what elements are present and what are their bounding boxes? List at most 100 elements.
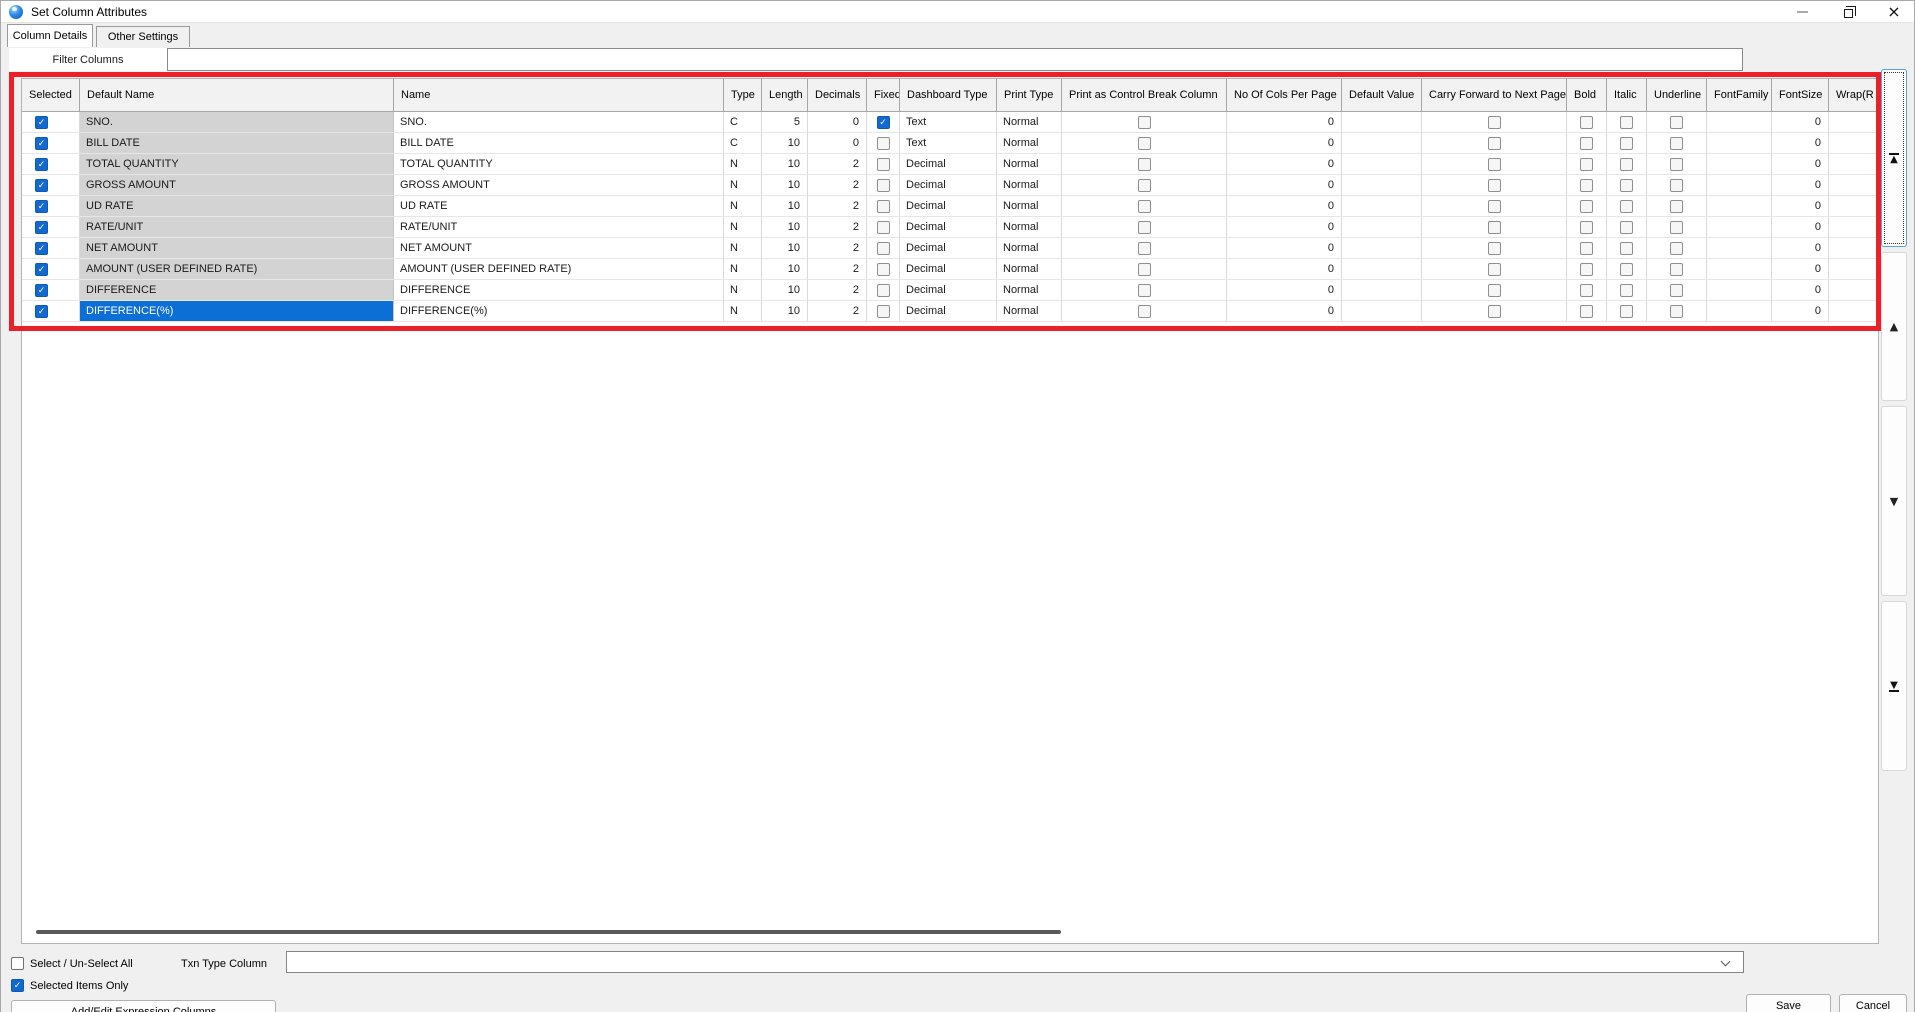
cell-no-of-cols[interactable]: 0 [1227, 175, 1342, 195]
column-header-italic[interactable]: Italic [1607, 79, 1647, 112]
cell-print-cb[interactable] [1062, 154, 1227, 174]
cell-underline[interactable] [1647, 175, 1707, 195]
close-button[interactable]: × [1877, 1, 1911, 23]
cell-carry-forward[interactable] [1422, 217, 1567, 237]
cell-default-value[interactable] [1342, 133, 1422, 153]
table-row[interactable]: ✓ GROSS AMOUNT GROSS AMOUNT N 10 2 Decimal Norm… [22, 175, 1878, 196]
cell-selected[interactable]: ✓ [22, 196, 80, 216]
cell-font-family[interactable] [1707, 175, 1772, 195]
cell-fixed[interactable] [867, 301, 900, 321]
cell-decimals[interactable]: 2 [808, 175, 867, 195]
selected-checkbox[interactable]: ✓ [35, 262, 48, 276]
cell-type[interactable]: C [724, 112, 762, 132]
cell-print-type[interactable]: Normal [997, 112, 1062, 132]
cell-default-value[interactable] [1342, 259, 1422, 279]
table-row[interactable]: ✓ NET AMOUNT NET AMOUNT N 10 2 Decimal Normal 0 0 [22, 238, 1878, 259]
cell-length[interactable]: 10 [762, 280, 808, 300]
print-cb-checkbox[interactable] [1137, 241, 1151, 255]
italic-checkbox[interactable] [1620, 136, 1633, 150]
cell-dashboard-type[interactable]: Text [900, 112, 997, 132]
cell-wrap[interactable] [1829, 196, 1878, 216]
cell-underline[interactable] [1647, 259, 1707, 279]
italic-checkbox[interactable] [1620, 283, 1633, 297]
carry-forward-checkbox[interactable] [1487, 283, 1501, 297]
print-cb-checkbox[interactable] [1137, 304, 1151, 318]
bold-checkbox[interactable] [1580, 136, 1593, 150]
cell-print-type[interactable]: Normal [997, 196, 1062, 216]
cell-wrap[interactable] [1829, 175, 1878, 195]
underline-checkbox[interactable] [1670, 241, 1683, 255]
restore-button[interactable] [1831, 1, 1865, 23]
cell-font-size[interactable]: 0 [1772, 238, 1829, 258]
cell-italic[interactable] [1607, 280, 1647, 300]
selected-checkbox[interactable]: ✓ [35, 220, 48, 234]
fixed-checkbox[interactable] [876, 157, 890, 171]
cell-decimals[interactable]: 2 [808, 217, 867, 237]
cell-no-of-cols[interactable]: 0 [1227, 238, 1342, 258]
carry-forward-checkbox[interactable] [1487, 136, 1501, 150]
bold-checkbox[interactable] [1580, 241, 1593, 255]
cell-default-value[interactable] [1342, 238, 1422, 258]
fixed-checkbox[interactable] [876, 136, 890, 150]
column-header-print-cb[interactable]: Print as Control Break Column [1062, 79, 1227, 112]
cell-carry-forward[interactable] [1422, 259, 1567, 279]
cell-name[interactable]: BILL DATE [394, 133, 724, 153]
carry-forward-checkbox[interactable] [1487, 115, 1501, 129]
cell-no-of-cols[interactable]: 0 [1227, 133, 1342, 153]
cell-dashboard-type[interactable]: Decimal [900, 301, 997, 321]
cell-default-name[interactable]: BILL DATE [80, 133, 394, 153]
cell-underline[interactable] [1647, 154, 1707, 174]
cell-bold[interactable] [1567, 133, 1607, 153]
cell-decimals[interactable]: 2 [808, 301, 867, 321]
cell-fixed[interactable] [867, 238, 900, 258]
cell-selected[interactable]: ✓ [22, 238, 80, 258]
cell-italic[interactable] [1607, 133, 1647, 153]
column-header-name[interactable]: Name [394, 79, 724, 112]
cell-underline[interactable] [1647, 238, 1707, 258]
print-cb-checkbox[interactable] [1137, 199, 1151, 213]
cell-length[interactable]: 5 [762, 112, 808, 132]
cell-length[interactable]: 10 [762, 133, 808, 153]
underline-checkbox[interactable] [1670, 220, 1683, 234]
column-header-dashboard-type[interactable]: Dashboard Type [900, 79, 997, 112]
cell-decimals[interactable]: 0 [808, 133, 867, 153]
column-header-decimals[interactable]: Decimals [808, 79, 867, 112]
print-cb-checkbox[interactable] [1137, 178, 1151, 192]
cell-decimals[interactable]: 2 [808, 196, 867, 216]
cell-default-name[interactable]: AMOUNT (USER DEFINED RATE) [80, 259, 394, 279]
cell-italic[interactable] [1607, 196, 1647, 216]
selected-checkbox[interactable]: ✓ [35, 241, 48, 255]
cell-no-of-cols[interactable]: 0 [1227, 196, 1342, 216]
underline-checkbox[interactable] [1670, 178, 1683, 192]
cell-underline[interactable] [1647, 217, 1707, 237]
cell-bold[interactable] [1567, 280, 1607, 300]
cell-fixed[interactable] [867, 259, 900, 279]
cell-italic[interactable] [1607, 175, 1647, 195]
column-header-carry-forward[interactable]: Carry Forward to Next Page [1422, 79, 1567, 112]
cell-font-size[interactable]: 0 [1772, 301, 1829, 321]
fixed-checkbox[interactable] [876, 241, 890, 255]
cell-selected[interactable]: ✓ [22, 175, 80, 195]
cell-type[interactable]: C [724, 133, 762, 153]
cell-font-family[interactable] [1707, 238, 1772, 258]
cell-underline[interactable] [1647, 112, 1707, 132]
carry-forward-checkbox[interactable] [1487, 262, 1501, 276]
cell-wrap[interactable] [1829, 112, 1878, 132]
print-cb-checkbox[interactable] [1137, 283, 1151, 297]
cell-print-type[interactable]: Normal [997, 301, 1062, 321]
cell-italic[interactable] [1607, 112, 1647, 132]
print-cb-checkbox[interactable] [1137, 220, 1151, 234]
underline-checkbox[interactable] [1670, 283, 1683, 297]
cell-dashboard-type[interactable]: Decimal [900, 154, 997, 174]
column-header-bold[interactable]: Bold [1567, 79, 1607, 112]
select-unselect-all-checkbox[interactable] [11, 957, 24, 970]
column-header-underline[interactable]: Underline [1647, 79, 1707, 112]
underline-checkbox[interactable] [1670, 115, 1683, 129]
cell-wrap[interactable] [1829, 217, 1878, 237]
column-header-default-name[interactable]: Default Name [80, 79, 394, 112]
cell-font-family[interactable] [1707, 259, 1772, 279]
cell-print-type[interactable]: Normal [997, 238, 1062, 258]
cell-print-cb[interactable] [1062, 217, 1227, 237]
italic-checkbox[interactable] [1620, 304, 1633, 318]
move-up-button[interactable]: ▲ [1881, 252, 1907, 401]
